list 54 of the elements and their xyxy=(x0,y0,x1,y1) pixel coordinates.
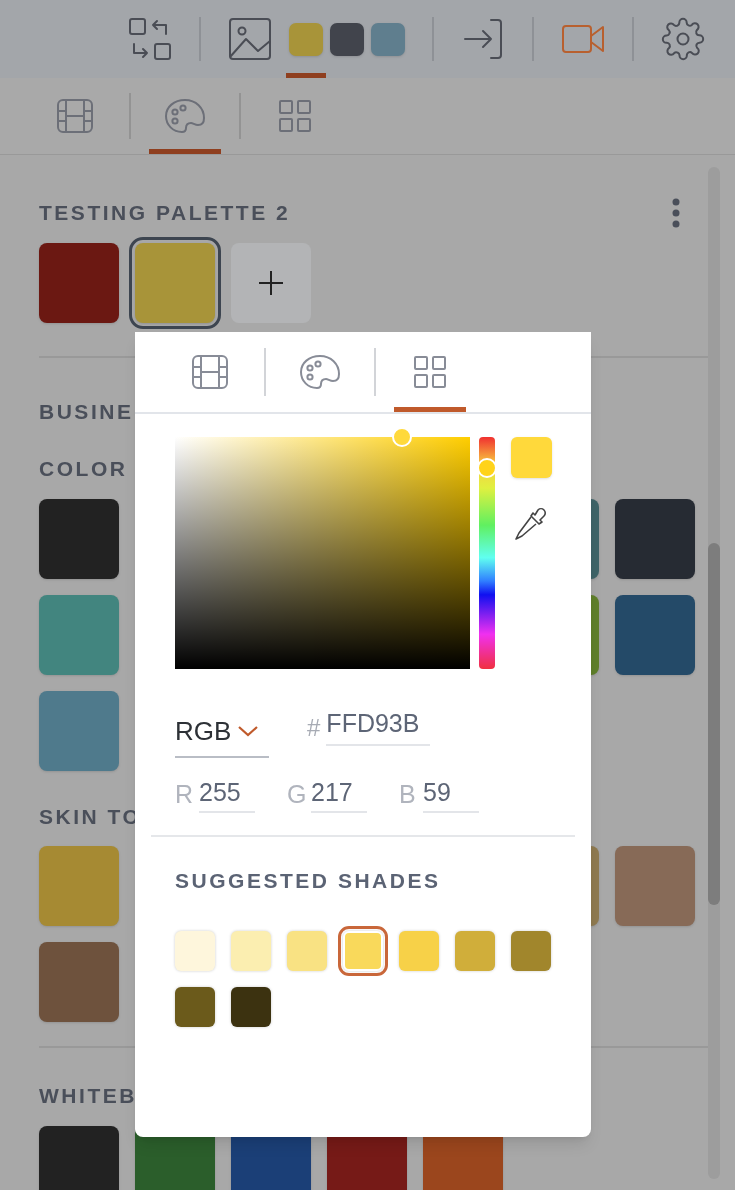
shade-swatch[interactable] xyxy=(511,930,551,971)
shade-swatch[interactable] xyxy=(175,986,215,1027)
more-icon[interactable] xyxy=(671,197,681,228)
shade-swatch[interactable] xyxy=(287,930,327,971)
color-swatch[interactable] xyxy=(615,846,695,926)
color-swatch[interactable] xyxy=(39,498,119,579)
color-swatch[interactable] xyxy=(615,498,695,579)
film-icon xyxy=(57,99,93,133)
image-icon[interactable] xyxy=(228,17,272,61)
scrollbar[interactable] xyxy=(708,167,720,1179)
section-heading: TESTING PALETTE 2 xyxy=(39,200,291,226)
sign-in-icon[interactable] xyxy=(461,17,505,61)
color-swatch[interactable] xyxy=(39,942,119,1022)
color-swatch[interactable] xyxy=(39,242,119,323)
channel-label: B xyxy=(399,778,417,810)
eyedropper-icon[interactable] xyxy=(513,507,548,541)
channel-label: G xyxy=(287,778,308,810)
add-swatch-button[interactable] xyxy=(231,242,311,323)
channel-input[interactable]: 255 xyxy=(199,773,255,813)
scrollbar-thumb[interactable] xyxy=(708,543,720,905)
shade-swatch[interactable] xyxy=(175,930,215,971)
color-mode-dropdown[interactable]: RGB xyxy=(175,711,269,758)
grid-icon xyxy=(414,356,446,388)
palette-icon xyxy=(300,354,340,390)
color-preview xyxy=(511,437,552,478)
section-heading: COLOR xyxy=(39,456,128,482)
color-swatch[interactable] xyxy=(615,594,695,675)
film-icon xyxy=(192,355,228,389)
channel-label: R xyxy=(175,778,195,810)
color-swatch[interactable] xyxy=(39,594,119,675)
saturation-brightness-area[interactable] xyxy=(175,437,470,669)
color-swatch[interactable] xyxy=(39,1125,119,1190)
section-heading: SUGGESTED SHADES xyxy=(175,868,442,894)
section-heading: BUSINE xyxy=(39,398,134,425)
hex-input[interactable]: FFD93B xyxy=(326,705,431,746)
chevron-down-icon xyxy=(237,725,260,737)
section-heading: WHITEB xyxy=(39,1083,137,1109)
shade-swatch[interactable] xyxy=(399,930,439,971)
grid-icon xyxy=(279,100,311,132)
selected-indicator xyxy=(149,149,221,154)
picker-handle[interactable] xyxy=(391,427,412,447)
swap-icon[interactable] xyxy=(128,17,172,61)
shade-swatch[interactable] xyxy=(455,930,495,971)
selected-indicator xyxy=(394,407,466,412)
settings-icon[interactable] xyxy=(661,17,705,61)
hash-label: # xyxy=(307,712,321,743)
channel-input[interactable]: 59 xyxy=(423,773,479,813)
plus-icon xyxy=(258,269,284,296)
color-swatch[interactable] xyxy=(39,690,119,771)
palette-icon xyxy=(165,98,205,134)
shade-swatch[interactable] xyxy=(231,930,271,971)
color-swatch[interactable] xyxy=(39,846,119,926)
shade-swatch[interactable] xyxy=(231,986,271,1027)
channel-input[interactable]: 217 xyxy=(311,773,367,813)
